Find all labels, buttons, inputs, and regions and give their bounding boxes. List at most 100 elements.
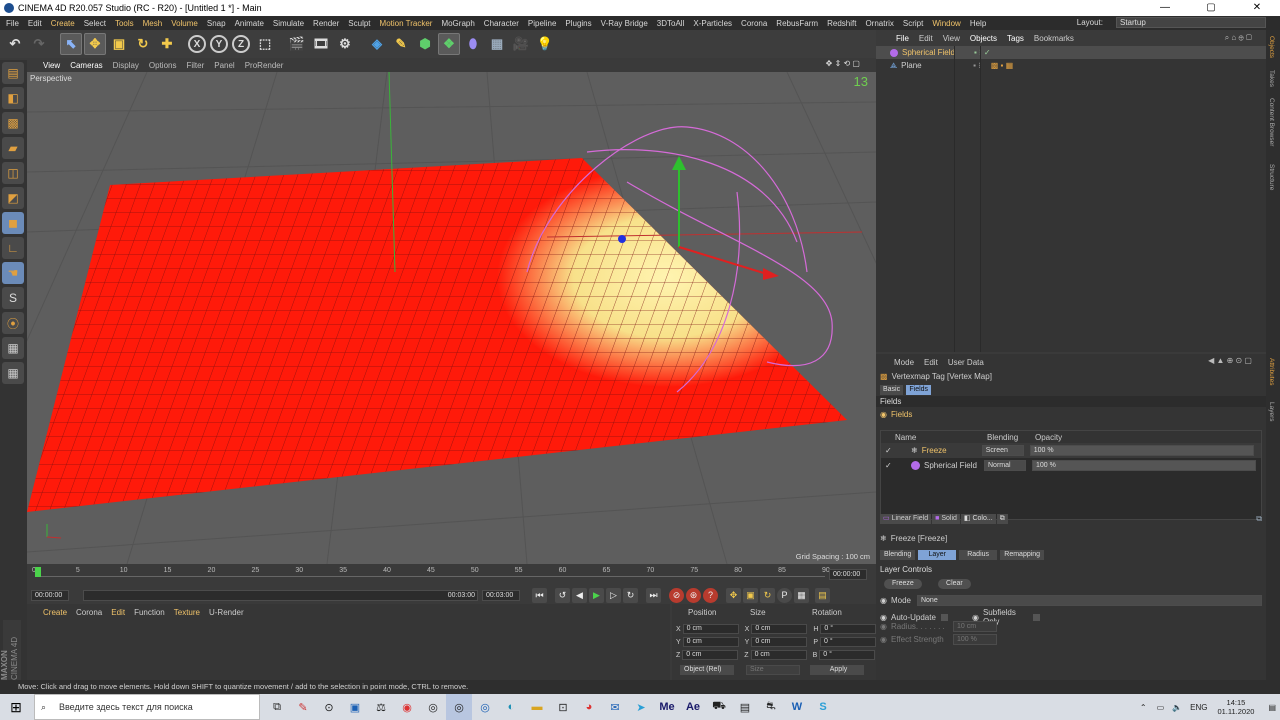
cinema4d-taskbar-icon[interactable]: ◎ <box>446 694 472 720</box>
menu-pipeline[interactable]: Pipeline <box>528 19 556 28</box>
live-selection-icon[interactable]: ⬉ <box>60 33 82 55</box>
effect-strength-field[interactable]: 100 % <box>952 634 997 645</box>
perspective-viewport[interactable]: Perspective 13 Grid Spacing : 100 cm <box>27 72 876 564</box>
app-icon-7[interactable]: ⛟ <box>706 694 732 720</box>
go-to-start-icon[interactable]: ⏮ <box>532 587 547 603</box>
mat-menu-function[interactable]: Function <box>134 608 165 617</box>
cloner-icon[interactable]: ❖ <box>438 33 460 55</box>
menu-create[interactable]: Create <box>51 19 75 28</box>
vertexmap-tag-icon[interactable]: ▩ ▪ ▦ <box>991 61 1013 70</box>
add-color-button[interactable]: ◧ Colo... <box>960 514 996 524</box>
scale-tool-icon[interactable]: ▣ <box>108 33 130 55</box>
layer-name[interactable]: Freeze <box>922 446 982 455</box>
menu-snap[interactable]: Snap <box>207 19 226 28</box>
skype-icon[interactable]: S <box>810 694 836 720</box>
autokey-icon[interactable]: ⊛ <box>686 587 701 603</box>
fields-options-icon[interactable]: ⧉ <box>1256 514 1262 524</box>
network-icon[interactable]: ▭ <box>1157 703 1165 712</box>
windows-start-icon[interactable]: ⊞ <box>0 694 32 720</box>
axis-mode-icon[interactable]: ∟ <box>2 237 24 259</box>
minimize-button[interactable]: — <box>1142 0 1188 16</box>
viewport-menu-panel[interactable]: Panel <box>214 61 234 70</box>
app-icon-9[interactable]: ⛐ <box>758 694 784 720</box>
key-scale-icon[interactable]: ▣ <box>743 587 758 603</box>
menu-window[interactable]: Window <box>932 19 960 28</box>
obj-menu-edit[interactable]: Edit <box>919 34 933 43</box>
attr-menu-edit[interactable]: Edit <box>924 358 938 367</box>
freeze-tab-blending[interactable]: Blending <box>880 550 916 560</box>
viewport-nav-icon[interactable]: ✥ ⇕ ⟲ ▢ <box>826 59 860 68</box>
radius-radio-icon[interactable]: ◉ <box>880 622 887 631</box>
menu-vray-bridge[interactable]: V-Ray Bridge <box>601 19 648 28</box>
menu-volume[interactable]: Volume <box>171 19 198 28</box>
key-rotation-icon[interactable]: ↻ <box>760 587 775 603</box>
layer-opacity-slider[interactable]: 100 % <box>1029 445 1254 456</box>
polygons-mode-icon[interactable]: ◼ <box>2 212 24 234</box>
camera-icon[interactable]: 🎥 <box>510 33 532 55</box>
solo-mode-icon[interactable]: ⦿ <box>2 312 24 334</box>
obj-search-icon[interactable]: ⌕ ⌂ ⊕ ▢ <box>1225 33 1252 43</box>
add-linear-field-button[interactable]: ▭ Linear Field <box>880 514 932 524</box>
snapping-icon[interactable]: S <box>2 287 24 309</box>
x-axis-lock-icon[interactable]: X <box>188 35 206 53</box>
render-picture-viewer-icon[interactable]: 🎞 <box>310 33 332 55</box>
mode-radio-icon[interactable]: ◉ <box>880 596 887 605</box>
timeline-playhead[interactable] <box>35 567 41 577</box>
object-row-plane[interactable]: ⟁ Plane ▪ ⁝ ▩ ▪ ▦ <box>876 59 1266 72</box>
size-z-field[interactable]: 0 cm <box>750 650 807 660</box>
tab-attributes-vertical[interactable]: Attributes <box>1268 358 1275 385</box>
subfields-checkbox[interactable] <box>1032 613 1040 621</box>
rotation-b-field[interactable]: 0 ° <box>819 650 876 660</box>
close-button[interactable]: ✕ <box>1234 0 1280 16</box>
object-name[interactable]: Spherical Field <box>902 48 968 57</box>
next-frame-icon[interactable]: ▷ <box>606 587 621 603</box>
visibility-check-icon[interactable]: ▪ ⁝ ✓ <box>974 48 991 57</box>
app-icon-5[interactable]: ◎ <box>420 694 446 720</box>
timeline-ruler[interactable]: 0 5 10 15 20 25 30 35 40 45 50 55 60 65 70 75 80 85 90 00:… <box>27 564 876 586</box>
y-axis-lock-icon[interactable]: Y <box>210 35 228 53</box>
layer-blend-select[interactable]: Normal <box>984 460 1026 471</box>
key-position-icon[interactable]: ✥ <box>726 587 741 603</box>
task-view-icon[interactable]: ⧉ <box>264 694 290 720</box>
add-layer-menu-icon[interactable]: ⧉ <box>996 514 1008 524</box>
attr-menu-mode[interactable]: Mode <box>894 358 914 367</box>
word-icon[interactable]: W <box>784 694 810 720</box>
tab-basic[interactable]: Basic <box>880 385 904 395</box>
menu-motion-tracker[interactable]: Motion Tracker <box>380 19 433 28</box>
menu-mesh[interactable]: Mesh <box>143 19 163 28</box>
tab-content-browser-vertical[interactable]: Content Browser <box>1268 98 1275 146</box>
menu-plugins[interactable]: Plugins <box>565 19 591 28</box>
gizmo-center-icon[interactable] <box>618 235 626 243</box>
points-mode-icon[interactable]: ◫ <box>2 162 24 184</box>
clock[interactable]: 14:15 01.11.2020 <box>1217 698 1254 716</box>
redo-icon[interactable]: ↷ <box>28 33 50 55</box>
layer-name[interactable]: Spherical Field <box>924 461 984 470</box>
object-row-spherical-field[interactable]: Spherical Field ▪ ⁝ ✓ <box>876 46 1266 59</box>
menu-simulate[interactable]: Simulate <box>273 19 304 28</box>
edges-mode-icon[interactable]: ◩ <box>2 187 24 209</box>
obj-menu-file[interactable]: File <box>896 34 909 43</box>
menu-mograph[interactable]: MoGraph <box>441 19 474 28</box>
media-encoder-icon[interactable]: Me <box>654 694 680 720</box>
freeze-tab-remapping[interactable]: Remapping <box>1000 550 1045 560</box>
attr-nav-icon[interactable]: ◀ ▲ ⊕ ⊙ ▢ <box>1208 356 1252 365</box>
taskbar-search-input[interactable]: ⌕ Введите здесь текст для поиска <box>34 694 260 720</box>
tab-layers-vertical[interactable]: Layers <box>1268 402 1275 422</box>
mode-select[interactable]: None <box>916 594 1262 606</box>
add-solid-button[interactable]: ■ Solid <box>932 514 960 524</box>
viewport-menu-prorender[interactable]: ProRender <box>245 61 284 70</box>
field-layer-row[interactable]: ✓ Spherical Field Normal 100 % <box>881 458 1261 473</box>
mail-icon[interactable]: ✉ <box>602 694 628 720</box>
mat-menu-edit[interactable]: Edit <box>111 608 125 617</box>
cube-object-icon[interactable]: ◈ <box>366 33 388 55</box>
obj-menu-bookmarks[interactable]: Bookmarks <box>1034 34 1074 43</box>
maximize-button[interactable]: ▢ <box>1188 0 1234 16</box>
z-axis-lock-icon[interactable]: Z <box>232 35 250 53</box>
menu-help[interactable]: Help <box>970 19 986 28</box>
menu-ornatrix[interactable]: Ornatrix <box>865 19 893 28</box>
volume-icon[interactable]: 🔈 <box>1172 703 1182 712</box>
lock-workplane-icon[interactable]: ▦ <box>2 362 24 384</box>
viewport-solo-icon[interactable]: ▦ <box>2 337 24 359</box>
current-frame-field[interactable]: 00:00:00 <box>829 569 867 580</box>
plane-mesh[interactable] <box>27 132 876 552</box>
